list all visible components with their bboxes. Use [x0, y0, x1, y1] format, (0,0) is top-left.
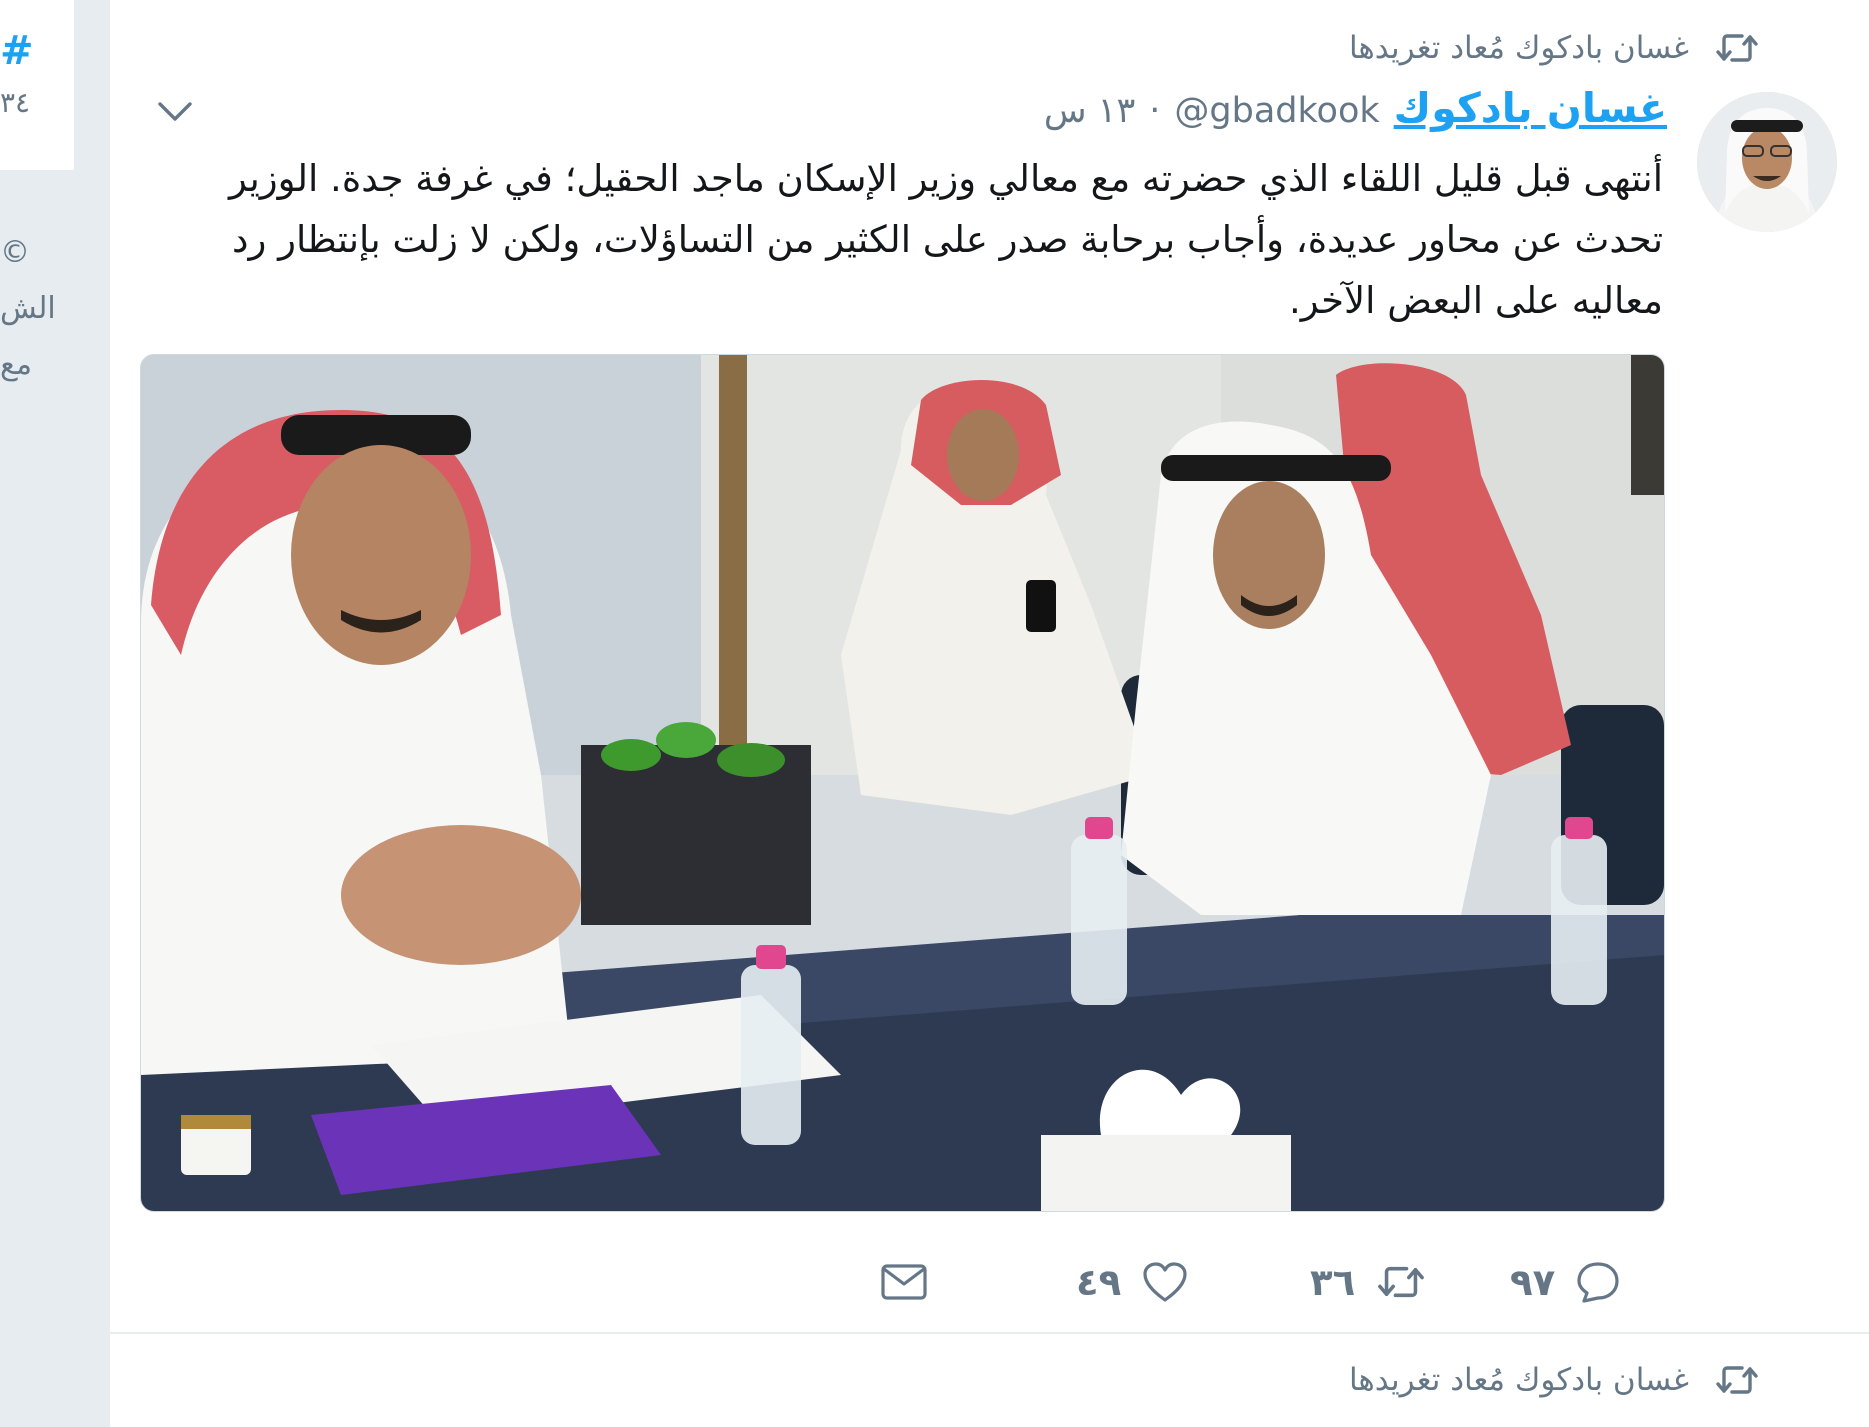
author-name[interactable]: غسان بادكوك: [1394, 84, 1667, 132]
hashtag-symbol[interactable]: #: [0, 28, 34, 74]
footer-line-3[interactable]: مع: [0, 337, 74, 385]
dm-button[interactable]: [880, 1252, 928, 1312]
footer-line-2[interactable]: الش: [0, 281, 74, 337]
reply-button[interactable]: ٩٧: [1510, 1252, 1621, 1312]
like-button[interactable]: ٤٩: [1076, 1252, 1189, 1312]
retweet-icon: [1715, 1362, 1759, 1398]
tweet-actions: ٩٧ ٣٦ ٤٩: [880, 1252, 1780, 1312]
tweet[interactable]: غسان بادكوك مُعاد تغريدها غسان بادكوك @g…: [110, 0, 1869, 1334]
trend-count: ٣٤: [0, 86, 31, 119]
tweet-timestamp[interactable]: ١٣ س: [1044, 91, 1135, 131]
tweet-photo[interactable]: [140, 354, 1665, 1212]
reply-icon: [1577, 1262, 1619, 1303]
separator-dot: ·: [1149, 91, 1161, 131]
like-count: ٤٩: [1076, 1260, 1122, 1304]
chevron-down-icon[interactable]: [152, 92, 198, 132]
tweet-header: غسان بادكوك @gbadkook · ١٣ س: [1044, 84, 1667, 132]
left-footer: © الش مع: [0, 225, 74, 385]
next-tweet-retweet-context[interactable]: غسان بادكوك مُعاد تغريدها: [1349, 1362, 1759, 1398]
retweet-button[interactable]: ٣٦: [1310, 1252, 1427, 1312]
reply-count: ٩٧: [1510, 1260, 1556, 1304]
left-sidebar-card: # ٣٤: [0, 0, 74, 170]
retweet-icon: [1378, 1266, 1425, 1298]
envelope-icon: [881, 1264, 927, 1300]
tweet-text: أنتهى قبل قليل اللقاء الذي حضرته مع معال…: [229, 157, 1663, 322]
retweet-count: ٣٦: [1310, 1260, 1356, 1304]
footer-line-1: ©: [0, 235, 30, 270]
timeline: غسان بادكوك مُعاد تغريدها غسان بادكوك @g…: [110, 0, 1869, 1427]
author-handle[interactable]: @gbadkook: [1174, 91, 1379, 131]
retweet-context-label: غسان بادكوك مُعاد تغريدها: [1348, 30, 1689, 66]
avatar[interactable]: [1697, 92, 1837, 232]
retweet-icon: [1715, 30, 1759, 66]
retweet-context[interactable]: غسان بادكوك مُعاد تغريدها: [1349, 30, 1759, 66]
heart-icon: [1143, 1262, 1187, 1302]
next-retweet-context-label: غسان بادكوك مُعاد تغريدها: [1348, 1362, 1689, 1398]
